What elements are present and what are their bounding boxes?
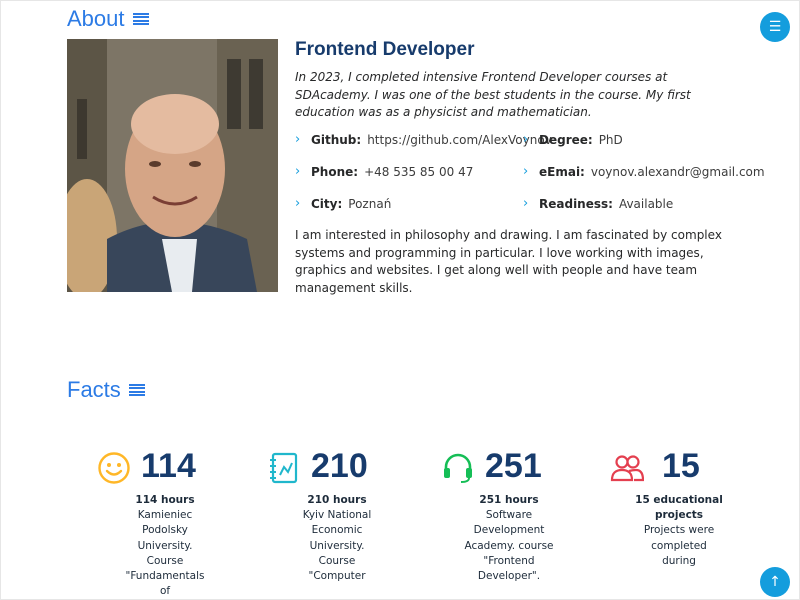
info-degree: › Degree: PhD	[523, 132, 623, 147]
info-value: voynov.alexandr@gmail.com	[590, 164, 765, 179]
chevron-right-icon: ›	[523, 132, 529, 147]
fact-text: Software Development Academy. course "Fr…	[464, 509, 554, 583]
fact-number: 210	[311, 447, 368, 485]
mobile-nav-toggle[interactable]: ☰	[760, 12, 790, 42]
fact-number: 114	[141, 447, 196, 485]
menu-icon: ☰	[768, 19, 782, 35]
fact-description: 251 hours Software Development Academy. …	[464, 493, 554, 584]
fact-description: 114 hours Kamieniec Podolsky University.…	[120, 493, 210, 599]
info-email: › eEmai: voynov.alexandr@gmail.com	[523, 164, 765, 179]
info-readiness: › Readiness: Available	[523, 196, 673, 211]
profile-intro: In 2023, I completed intensive Frontend …	[295, 70, 691, 119]
fact-description: 15 educational projects Projects were co…	[634, 493, 724, 569]
fact-lead: 114 hours	[135, 494, 195, 506]
info-key: Readiness:	[539, 196, 613, 211]
facts-section-title: Facts	[67, 377, 145, 403]
chevron-right-icon: ›	[295, 196, 301, 211]
list-icon	[132, 12, 149, 26]
about-description: I am interested in philosophy and drawin…	[295, 228, 722, 295]
chevron-right-icon: ›	[295, 164, 301, 179]
facts-title-text: Facts	[67, 377, 121, 402]
about-section-title: About	[67, 6, 149, 32]
fact-description: 210 hours Kyiv National Economic Univers…	[292, 493, 382, 584]
info-value: Available	[618, 196, 674, 211]
arrow-up-icon: ↑	[769, 574, 781, 590]
smile-icon	[98, 452, 130, 484]
people-icon	[610, 455, 644, 482]
info-key: eEmai:	[539, 164, 585, 179]
headset-icon	[444, 453, 472, 483]
profile-photo	[67, 39, 278, 292]
fact-number: 15	[662, 447, 700, 485]
info-key: Github:	[311, 132, 362, 147]
info-value: +48 535 85 00 47	[364, 164, 474, 179]
info-key: Degree:	[539, 132, 593, 147]
fact-lead: 210 hours	[307, 494, 367, 506]
chevron-right-icon: ›	[295, 132, 301, 147]
fact-number: 251	[485, 447, 542, 485]
info-key: City:	[311, 196, 343, 211]
back-to-top-button[interactable]: ↑	[760, 567, 790, 597]
about-title-text: About	[67, 6, 125, 31]
info-city: › City: Poznań	[295, 196, 391, 211]
fact-text: Kyiv National Economic University. Cours…	[302, 509, 372, 583]
chevron-right-icon: ›	[523, 196, 529, 211]
fact-text: Kamieniec Podolsky University. Course "F…	[125, 509, 205, 598]
list-icon	[128, 383, 145, 397]
profile-heading: Frontend Developer	[295, 39, 475, 60]
journal-icon	[270, 452, 298, 484]
info-github: › Github: https://github.com/AlexVoynov	[295, 132, 552, 147]
info-value: Poznań	[348, 196, 392, 211]
fact-lead: 251 hours	[479, 494, 539, 506]
fact-text: Projects were completed during	[643, 524, 715, 567]
info-value: PhD	[598, 132, 623, 147]
info-phone: › Phone: +48 535 85 00 47	[295, 164, 473, 179]
chevron-right-icon: ›	[523, 164, 529, 179]
fact-lead: 15 educational projects	[635, 494, 723, 522]
info-key: Phone:	[311, 164, 359, 179]
